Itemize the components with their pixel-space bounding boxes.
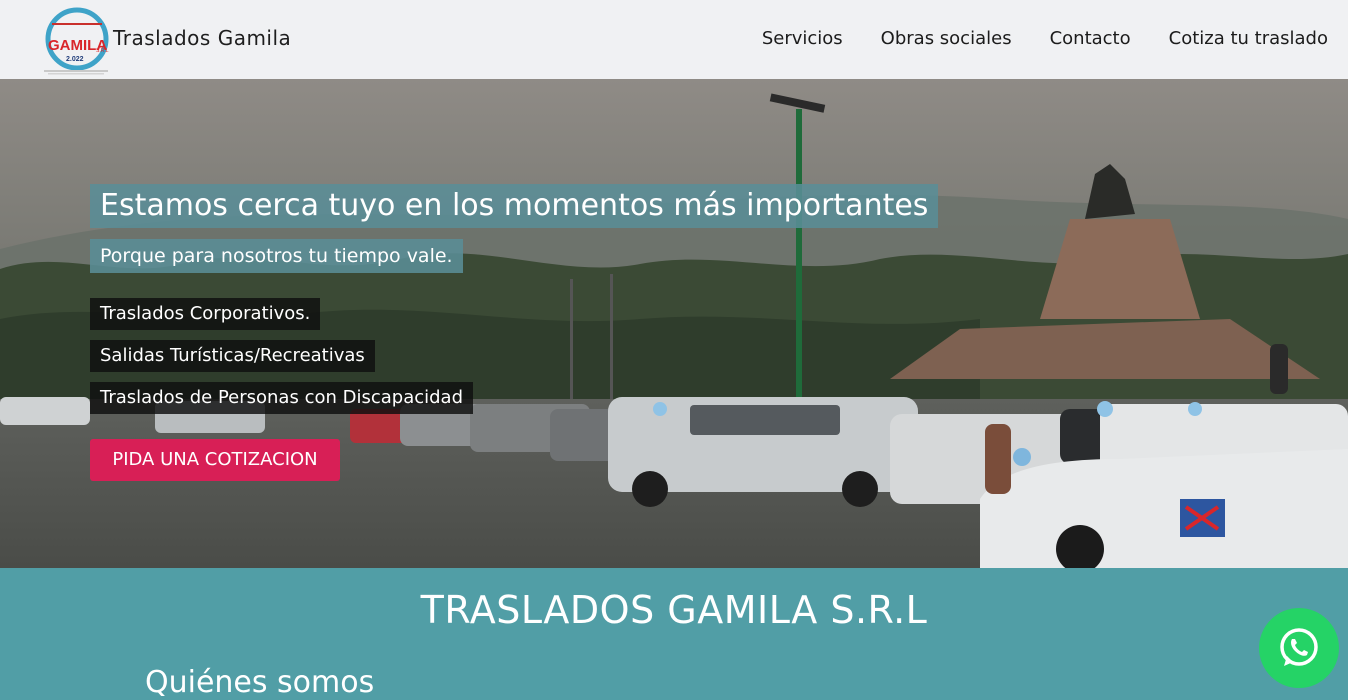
whatsapp-icon — [1280, 628, 1318, 666]
hero-banner: Estamos cerca tuyo en los momentos más i… — [0, 79, 1348, 568]
whatsapp-button[interactable] — [1259, 608, 1339, 688]
service-item-corporativos: Traslados Corporativos. — [90, 298, 321, 330]
nav-link-contacto[interactable]: Contacto — [1050, 28, 1131, 49]
nav-link-obras-sociales[interactable]: Obras sociales — [881, 28, 1012, 49]
hero-subheadline: Porque para nosotros tu tiempo vale. — [90, 239, 463, 273]
site-header: GAMILA S.R.L 2.022 Traslados Gamila Serv… — [0, 0, 1348, 79]
service-item-turisticas: Salidas Turísticas/Recreativas — [90, 340, 375, 372]
main-nav: Servicios Obras sociales Contacto Cotiza… — [0, 28, 1348, 52]
hero-headline: Estamos cerca tuyo en los momentos más i… — [90, 184, 939, 228]
about-heading: Quiénes somos — [145, 665, 375, 700]
nav-link-servicios[interactable]: Servicios — [762, 28, 843, 49]
svg-text:2.022: 2.022 — [66, 56, 84, 63]
service-item-discapacidad: Traslados de Personas con Discapacidad — [90, 382, 474, 414]
nav-link-cotiza[interactable]: Cotiza tu traslado — [1169, 28, 1328, 49]
request-quote-button[interactable]: PIDA UNA COTIZACION — [90, 439, 340, 481]
company-title: TRASLADOS GAMILA S.R.L — [420, 588, 928, 632]
